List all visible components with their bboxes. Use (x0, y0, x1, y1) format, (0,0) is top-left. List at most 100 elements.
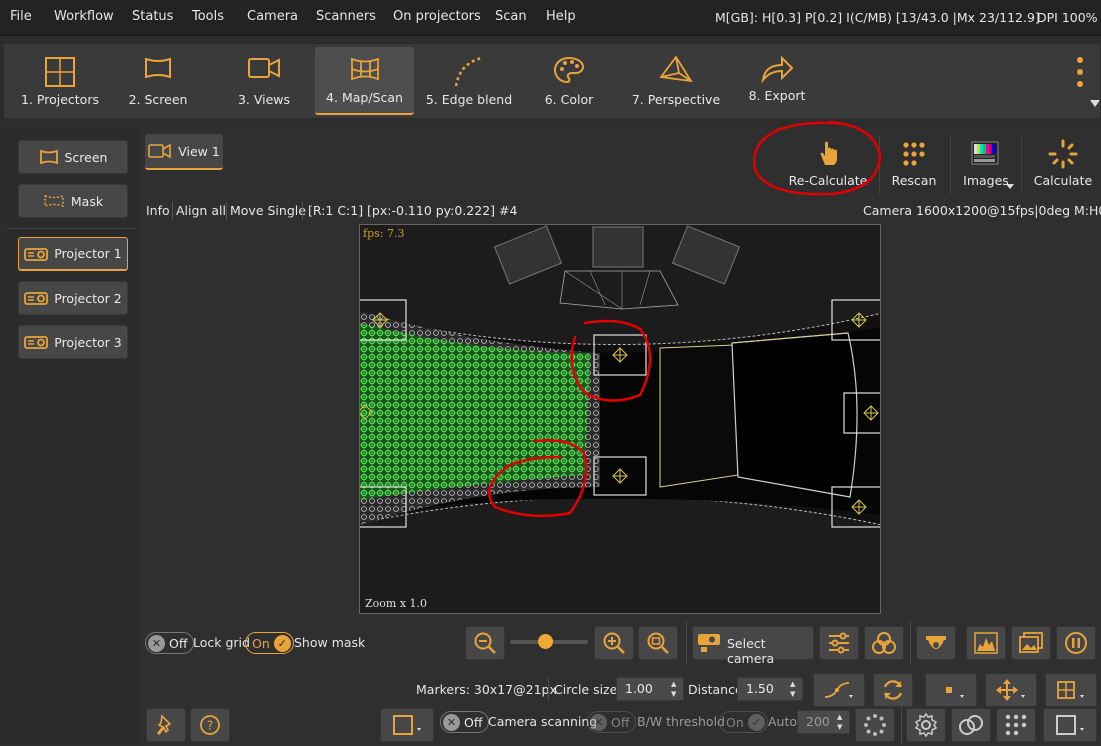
sidebar-mask-button[interactable]: Mask (18, 184, 128, 218)
help-icon: ? (200, 715, 220, 735)
threshold-spinbox[interactable]: 200 ▲ ▼ (797, 710, 850, 734)
dots-circle-button[interactable] (855, 708, 895, 742)
pause-icon (1065, 632, 1087, 654)
spin-down-icon[interactable]: ▼ (671, 690, 681, 699)
zoom-out-button[interactable] (465, 626, 505, 660)
more-vertical-icon[interactable] (1074, 56, 1086, 88)
sidebar-item-projector-2[interactable]: Projector 2 (18, 281, 128, 315)
camera-select-icon (698, 634, 720, 652)
sidebar-item-projector-1[interactable]: Projector 1 (18, 237, 128, 271)
pin-icon (156, 714, 172, 736)
auto-toggle[interactable]: On ✓ (719, 711, 768, 733)
point-size-button[interactable] (925, 673, 977, 707)
distance-value: 1.50 (746, 681, 774, 696)
pause-button[interactable] (1056, 626, 1096, 660)
rescan-button[interactable]: Rescan (883, 136, 945, 194)
curve-mode-button[interactable] (813, 673, 865, 707)
security-camera-button[interactable] (916, 626, 956, 660)
spin-up-icon[interactable]: ▲ (837, 713, 847, 722)
sidebar-item-projector-3[interactable]: Projector 3 (18, 325, 128, 359)
pin-button[interactable] (146, 708, 186, 742)
distance-spinbox[interactable]: 1.50 ▲ ▼ (737, 677, 803, 701)
menu-help[interactable]: Help (546, 9, 576, 24)
spin-down-icon[interactable]: ▼ (837, 723, 847, 732)
snapshot-button[interactable] (1011, 626, 1051, 660)
toolbar-divider (1021, 136, 1022, 194)
color-channels-button[interactable] (864, 626, 904, 660)
show-mask-toggle[interactable]: On ✓ (245, 632, 294, 654)
images-button[interactable]: Images (955, 136, 1017, 194)
camera-scanning-toggle[interactable]: ✕ Off (440, 711, 490, 733)
tab-map-scan-label: 4. Map/Scan (326, 90, 403, 105)
select-camera-button[interactable]: Select camera (692, 626, 814, 666)
spin-down-icon[interactable]: ▼ (790, 690, 800, 699)
zoom-in-button[interactable] (594, 626, 634, 660)
move-single-button[interactable]: Move Single (230, 203, 306, 218)
gear-icon (914, 713, 938, 737)
frame-select-button[interactable] (1043, 708, 1097, 742)
zoom-level-text: Zoom x 1.0 (365, 597, 428, 610)
spin-up-icon[interactable]: ▲ (671, 680, 681, 689)
histogram-button[interactable] (966, 626, 1006, 660)
grid-layout-button[interactable] (1045, 673, 1097, 707)
zoom-out-icon (474, 632, 496, 654)
expand-triangle-icon[interactable] (1090, 100, 1100, 108)
link-rings-button[interactable] (951, 708, 991, 742)
zoom-slider-handle[interactable] (538, 634, 554, 649)
spin-up-icon[interactable]: ▲ (790, 680, 800, 689)
align-all-button[interactable]: Align all (176, 203, 226, 218)
calculate-button[interactable]: Calculate (1030, 136, 1096, 194)
threshold-value: 200 (806, 714, 830, 729)
zoom-in-icon (603, 632, 625, 654)
menu-camera[interactable]: Camera (247, 9, 298, 24)
sidebar-screen-button[interactable]: Screen (18, 140, 128, 174)
menu-on-projectors[interactable]: On projectors (393, 9, 481, 24)
lock-grid-label: Lock grid (193, 635, 250, 650)
tab-export[interactable]: 8. Export (742, 47, 812, 115)
bw-threshold-toggle[interactable]: ✕ Off (587, 711, 637, 733)
zoom-fit-button[interactable] (638, 626, 678, 660)
tab-color[interactable]: 6. Color (534, 47, 604, 115)
tab-views[interactable]: 3. Views (224, 47, 304, 115)
shape-select-button[interactable] (380, 708, 434, 742)
menu-workflow[interactable]: Workflow (54, 9, 114, 24)
dots-circle-icon (864, 714, 886, 736)
dots-grid-icon (903, 142, 925, 166)
tab-perspective[interactable]: 7. Perspective (626, 47, 726, 115)
camera-viewport[interactable]: fps: 7.3 Zoom x 1.0 (359, 224, 881, 614)
menu-scanners[interactable]: Scanners (316, 9, 376, 24)
menu-tools[interactable]: Tools (192, 9, 224, 24)
toolbar-divider (950, 136, 951, 194)
dots-grid-icon (1005, 714, 1027, 736)
settings-sliders-button[interactable] (819, 626, 859, 660)
tab-projectors[interactable]: 1. Projectors (10, 47, 110, 115)
circle-size-value: 1.00 (625, 681, 653, 696)
dpi-indicator[interactable]: DPI 100% (1037, 10, 1098, 25)
divider (686, 622, 687, 664)
divider (172, 202, 173, 220)
tab-screen[interactable]: 2. Screen (116, 47, 200, 115)
move-mode-button[interactable] (985, 673, 1037, 707)
tab-edge-blend[interactable]: 5. Edge blend (424, 47, 514, 115)
refresh-button[interactable] (873, 673, 913, 707)
photos-icon (1019, 632, 1043, 653)
projector-rig-figure (493, 225, 741, 310)
dots-grid-button[interactable] (996, 708, 1036, 742)
fps-text: fps: 7.3 (363, 227, 405, 240)
circle-size-spinbox[interactable]: 1.00 ▲ ▼ (616, 677, 684, 701)
sidebar: Screen Mask Projector 1 Projector 2 Proj… (5, 126, 138, 744)
menu-status[interactable]: Status (132, 9, 173, 24)
tab-views-label: 3. Views (237, 92, 291, 107)
camera-info-text: Camera 1600x1200@15fps|0deg M:H0V0 (863, 203, 1101, 218)
menu-scan[interactable]: Scan (495, 9, 527, 24)
menu-file[interactable]: File (10, 9, 32, 24)
sidebar-item-label: Projector 1 (54, 246, 122, 261)
camera-view-canvas (360, 225, 880, 528)
gear-button[interactable] (906, 708, 946, 742)
lock-grid-toggle[interactable]: ✕ Off (145, 632, 195, 654)
point-icon (946, 687, 964, 698)
tab-view-1[interactable]: View 1 (145, 134, 223, 170)
info-button[interactable]: Info (146, 203, 170, 218)
help-button[interactable]: ? (190, 708, 230, 742)
tab-map-scan[interactable]: 4. Map/Scan (315, 47, 414, 115)
